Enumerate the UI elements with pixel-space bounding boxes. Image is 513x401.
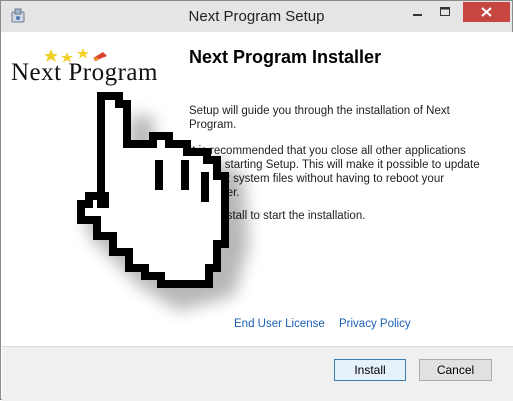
maximize-button[interactable] <box>431 2 459 22</box>
installer-heading: Next Program Installer <box>189 47 382 67</box>
minimize-button[interactable] <box>403 2 431 22</box>
cancel-button[interactable]: Cancel <box>419 359 492 381</box>
privacy-policy-link[interactable]: Privacy Policy <box>339 318 411 330</box>
close-button[interactable] <box>463 2 510 22</box>
install-button[interactable]: Install <box>334 359 406 381</box>
minimize-icon <box>413 14 422 16</box>
hand-pointer-cursor-icon <box>77 92 249 311</box>
maximize-icon <box>440 7 450 16</box>
title-bar[interactable]: Next Program Setup <box>1 1 512 32</box>
setup-window: Next Program Setup Next Program Next Pro… <box>0 0 513 401</box>
close-icon <box>481 7 492 17</box>
logo-text: Next Program <box>11 59 158 86</box>
